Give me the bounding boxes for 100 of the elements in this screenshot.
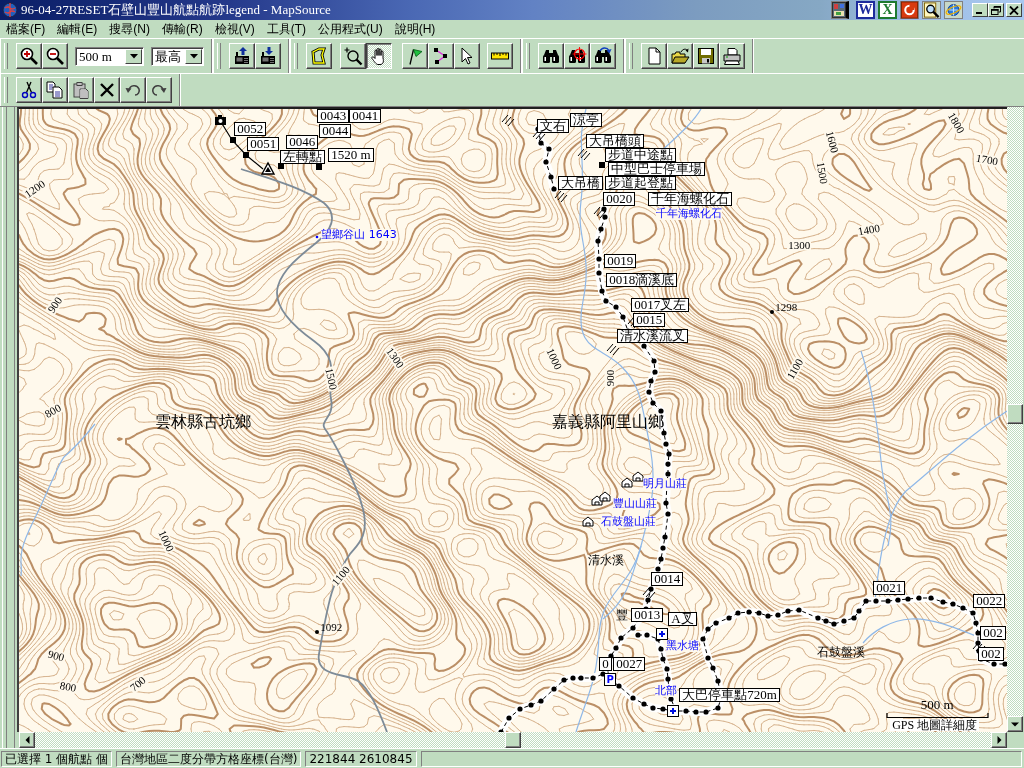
waypoint-label: 0019: [604, 254, 637, 268]
folder-icon: [670, 46, 690, 66]
caret-right-icon: [996, 736, 1002, 744]
globe-icon: [2, 2, 18, 18]
waypoint-label: A叉: [668, 612, 697, 626]
waypoint-label: 0021: [873, 581, 906, 595]
zoom-out-icon: [45, 46, 65, 66]
launcher-button[interactable]: [831, 1, 849, 19]
place-name: 嘉義縣阿里山鄉: [552, 412, 665, 430]
zoom-out-button[interactable]: [42, 43, 68, 69]
caret-down-icon: [1011, 721, 1020, 727]
find-nearest-button[interactable]: [564, 43, 590, 69]
grip-handle[interactable]: [4, 77, 8, 103]
caret-down-icon: [129, 53, 138, 59]
grip-handle[interactable]: [629, 43, 633, 69]
square-marker-icon: [230, 137, 237, 143]
scroll-down-button[interactable]: [1007, 716, 1024, 732]
minimize-button[interactable]: [972, 3, 988, 17]
plus-box-icon: [667, 705, 680, 717]
window-title: 96-04-27RESET石壁山豐山航點航跡legend - MapSource: [21, 1, 331, 19]
new-button[interactable]: [641, 43, 667, 69]
close-button[interactable]: [1006, 3, 1022, 17]
launcher-button[interactable]: [900, 1, 919, 19]
place-name: 清水溪: [588, 553, 625, 567]
route-tool-button[interactable]: [428, 43, 454, 69]
waypoint-label: 0014: [651, 572, 684, 586]
place-name: 石鼓盤溪: [817, 645, 866, 659]
menu-item[interactable]: 搜尋(N): [103, 20, 156, 38]
waypoint-label: 大吊橋頭: [586, 134, 645, 148]
dot-icon: [315, 235, 319, 239]
poi-label: 北部: [655, 685, 678, 697]
house-icon: [599, 491, 611, 502]
scroll-thumb[interactable]: [505, 732, 522, 748]
copy-button[interactable]: [42, 77, 68, 103]
plus-box-icon: [656, 628, 669, 640]
menu-item[interactable]: 公用程式(U): [312, 20, 389, 38]
scale-dropdown[interactable]: 500 m: [75, 46, 144, 66]
restore-button[interactable]: [988, 3, 1004, 17]
waypoint-label: 0052: [234, 122, 267, 136]
slash-marks-icon: [554, 190, 568, 203]
waypoint-label: 0018滴溪底: [606, 273, 678, 287]
area-select-button[interactable]: [306, 43, 332, 69]
find-next-button[interactable]: [590, 43, 616, 69]
select-tool-button[interactable]: [454, 43, 480, 69]
delete-button[interactable]: [94, 77, 120, 103]
dot-icon: [315, 630, 320, 634]
horizontal-scrollbar[interactable]: [19, 732, 1008, 748]
grip-handle[interactable]: [4, 43, 8, 69]
detail-dropdown[interactable]: 最高: [151, 46, 204, 66]
mountain-peak-icon: [261, 161, 276, 175]
menu-item[interactable]: 工具(T): [260, 20, 312, 38]
waypoint-label: 0044: [319, 124, 352, 138]
launcher-button[interactable]: W: [856, 1, 875, 19]
launcher-button[interactable]: [922, 1, 941, 19]
vertical-scrollbar[interactable]: [1007, 107, 1024, 732]
pan-tool-button[interactable]: [366, 43, 392, 69]
waypoint-label: 步道中途點: [605, 148, 677, 162]
square-marker-icon: [316, 164, 323, 170]
square-marker-icon: [599, 162, 606, 168]
launcher-button[interactable]: X: [878, 1, 897, 19]
send-to-device-button[interactable]: [229, 43, 255, 69]
slash-marks-icon: [606, 343, 620, 356]
scroll-thumb[interactable]: [1007, 404, 1024, 424]
waypoint-label: 0046: [286, 135, 319, 149]
slash-marks-icon: [577, 148, 591, 161]
open-button[interactable]: [667, 43, 693, 69]
waypoint-label: 大巴停車點720m: [679, 688, 780, 702]
house-icon: [582, 516, 594, 527]
zoom-tool-button[interactable]: [340, 43, 366, 69]
printer-icon: [722, 46, 742, 66]
menu-item[interactable]: 說明(H): [388, 20, 442, 38]
house-icon: [621, 477, 633, 488]
menu-item[interactable]: 傳輸(R): [156, 20, 209, 38]
device-up-arrow-icon: [232, 46, 252, 66]
waypoint-label: 左轉點: [280, 150, 326, 164]
measure-tool-button[interactable]: [487, 43, 513, 69]
status-text: 台灣地區二度分帶方格座標(台灣): [116, 751, 302, 767]
minimize-icon: [976, 12, 982, 14]
polygon-icon: [309, 46, 329, 66]
print-button[interactable]: [719, 43, 745, 69]
save-button[interactable]: [693, 43, 719, 69]
zoom-in-button[interactable]: [16, 43, 42, 69]
receive-from-device-button[interactable]: [255, 43, 281, 69]
parking-sign: P: [604, 673, 617, 686]
cut-button[interactable]: [16, 77, 42, 103]
menu-item[interactable]: 檢視(V): [208, 20, 261, 38]
find-button[interactable]: [538, 43, 564, 69]
waypoint-label: 0041: [349, 109, 382, 123]
contour-label: 900: [604, 368, 616, 388]
waypoint-label: 涼亭: [570, 113, 603, 127]
copy-pages-icon: [45, 80, 65, 100]
grip-handle[interactable]: [526, 43, 530, 69]
scroll-left-button[interactable]: [19, 732, 36, 748]
scroll-right-button[interactable]: [991, 732, 1008, 748]
waypoint-label: 1520 m: [328, 148, 374, 162]
menu-item[interactable]: 檔案(F): [0, 20, 52, 38]
menu-item[interactable]: 編輯(E): [51, 20, 104, 38]
grip-handle[interactable]: [294, 43, 298, 69]
waypoint-tool-button[interactable]: [402, 43, 428, 69]
grip-handle[interactable]: [217, 43, 221, 69]
